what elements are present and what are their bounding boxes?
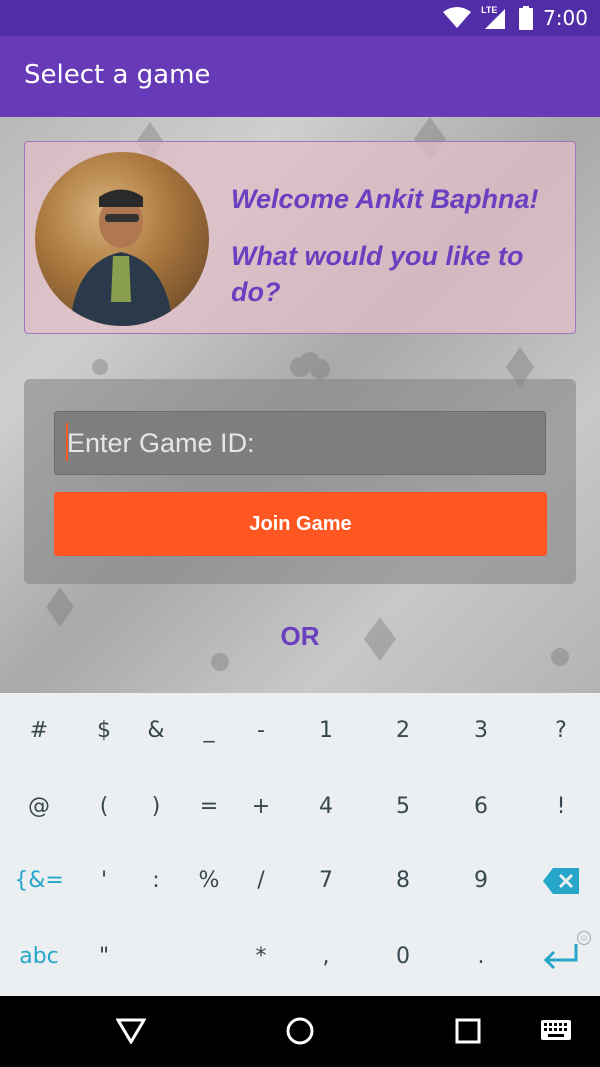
key-quote[interactable]: " [74, 927, 134, 987]
join-game-button[interactable]: Join Game [54, 492, 547, 556]
home-button[interactable] [280, 1011, 320, 1051]
back-icon [116, 1018, 146, 1044]
navigation-bar [0, 996, 600, 1067]
back-button[interactable] [111, 1011, 151, 1051]
key-minus[interactable]: - [231, 701, 291, 761]
game-id-input[interactable] [54, 411, 546, 475]
key-more-symbols[interactable]: {&= [9, 851, 69, 911]
key-7[interactable]: 7 [296, 851, 356, 911]
key-equals[interactable]: = [179, 777, 239, 837]
cell-signal-icon: LTE [481, 5, 509, 30]
or-separator: OR [280, 621, 320, 651]
keyboard-switch-button[interactable] [536, 1011, 576, 1051]
key-percent[interactable]: % [179, 851, 239, 911]
enter-icon [543, 944, 578, 970]
key-question[interactable]: ? [531, 701, 591, 761]
key-3[interactable]: 3 [451, 701, 511, 761]
backspace-icon [543, 868, 579, 894]
key-exclamation[interactable]: ! [531, 777, 591, 837]
key-plus[interactable]: + [231, 777, 291, 837]
key-colon[interactable]: : [126, 851, 186, 911]
soft-keyboard: # $ & _ - 1 2 3 ? @ ( ) = + 4 5 6 ! {&= … [0, 693, 600, 996]
key-6[interactable]: 6 [451, 777, 511, 837]
key-5[interactable]: 5 [373, 777, 433, 837]
key-abc[interactable]: abc [9, 927, 69, 987]
key-comma[interactable]: , [296, 927, 356, 987]
network-type-label: LTE [481, 5, 498, 15]
app-bar: Select a game [0, 36, 600, 117]
user-avatar [35, 152, 209, 326]
main-content: Welcome Ankit Baphna! What would you lik… [0, 117, 600, 693]
key-apostrophe[interactable]: ' [74, 851, 134, 911]
battery-icon [519, 6, 534, 30]
keyboard-switch-icon [541, 1020, 571, 1040]
emoji-hint-icon: ☺ [577, 931, 591, 945]
key-period[interactable]: . [451, 927, 511, 987]
key-dollar[interactable]: $ [74, 701, 134, 761]
key-9[interactable]: 9 [451, 851, 511, 911]
key-4[interactable]: 4 [296, 777, 356, 837]
recents-icon [455, 1018, 481, 1044]
recents-button[interactable] [448, 1011, 488, 1051]
key-hash[interactable]: # [9, 701, 69, 761]
key-asterisk[interactable]: * [231, 927, 291, 987]
key-8[interactable]: 8 [373, 851, 433, 911]
key-paren-close[interactable]: ) [126, 777, 186, 837]
key-1[interactable]: 1 [296, 701, 356, 761]
person-photo [70, 189, 173, 326]
key-2[interactable]: 2 [373, 701, 433, 761]
wifi-icon [443, 7, 472, 28]
key-0[interactable]: 0 [373, 927, 433, 987]
text-cursor [66, 423, 68, 461]
key-ampersand[interactable]: & [126, 701, 186, 761]
status-icons: LTE 7:00 [443, 0, 588, 36]
welcome-card: Welcome Ankit Baphna! What would you lik… [24, 141, 576, 334]
key-paren-open[interactable]: ( [74, 777, 134, 837]
key-at[interactable]: @ [9, 777, 69, 837]
clock: 7:00 [543, 6, 588, 30]
welcome-prompt: What would you like to do? [231, 241, 524, 307]
join-game-panel: Join Game [24, 379, 576, 584]
key-underscore[interactable]: _ [179, 701, 239, 761]
key-backspace[interactable] [531, 851, 591, 911]
page-title: Select a game [24, 60, 211, 90]
home-icon [286, 1017, 314, 1045]
status-bar: LTE 7:00 [0, 0, 600, 36]
welcome-heading: Welcome Ankit Baphna! [231, 184, 539, 214]
key-slash[interactable]: / [231, 851, 291, 911]
